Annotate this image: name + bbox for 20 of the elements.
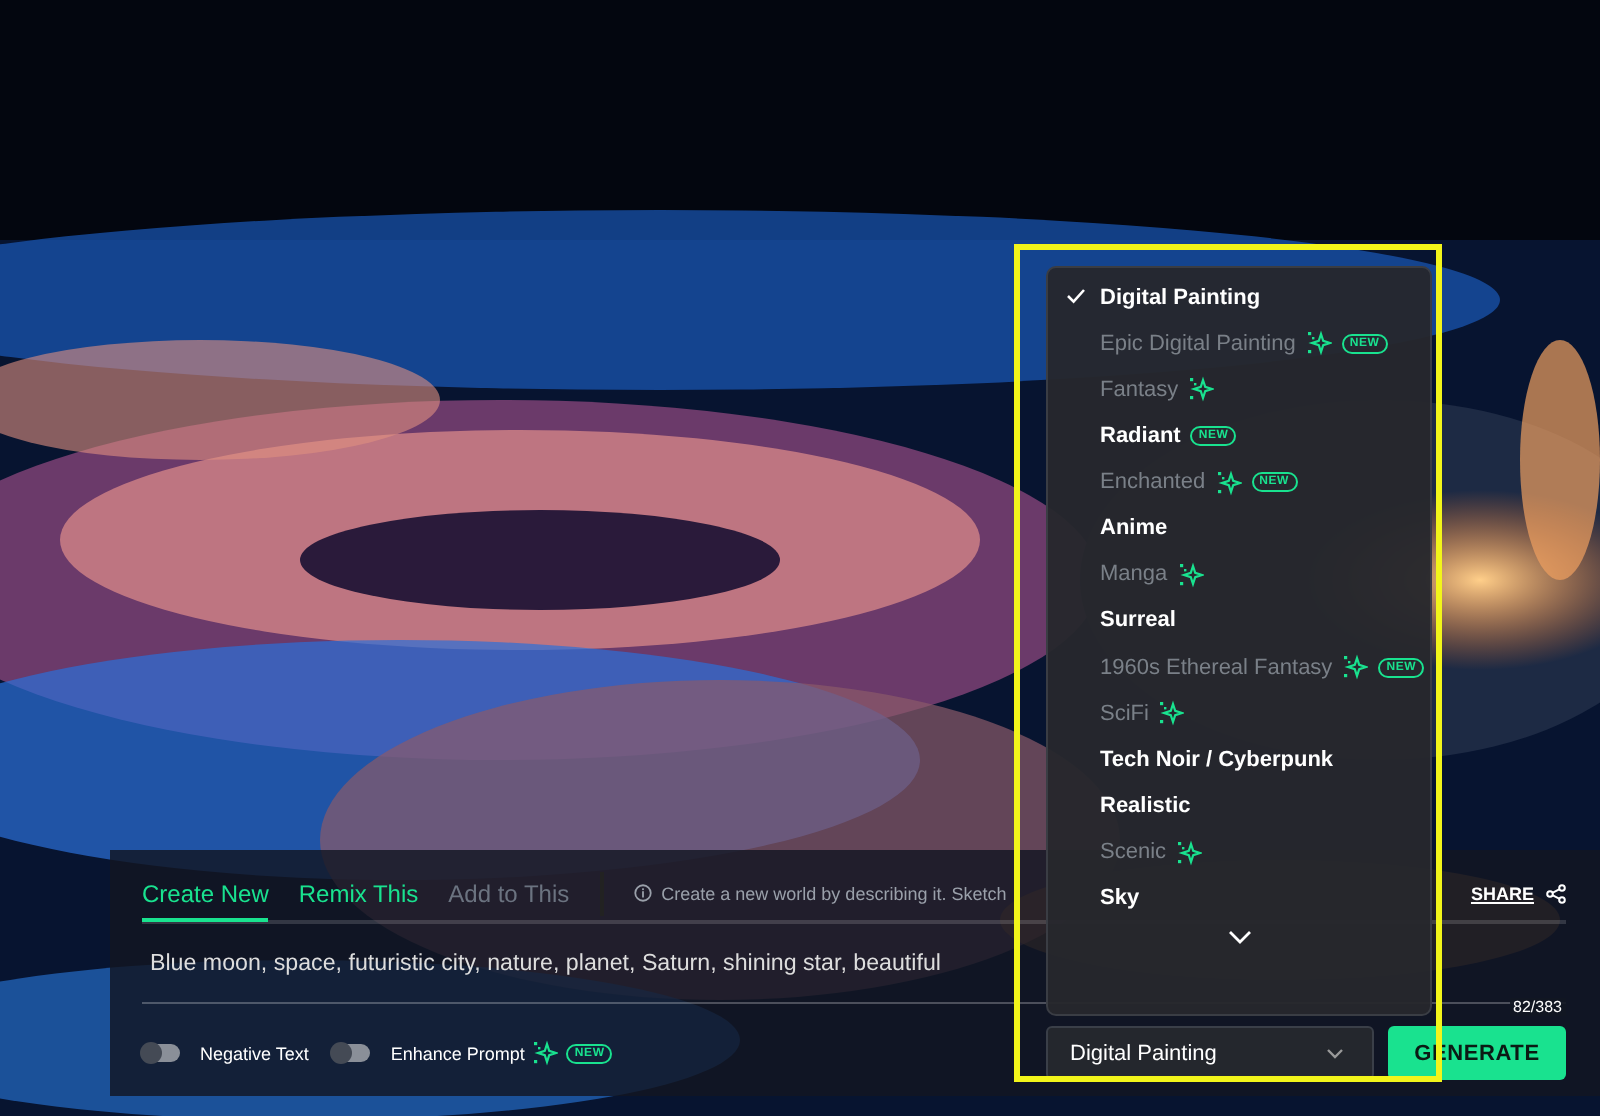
style-option[interactable]: Anime — [1100, 516, 1168, 541]
toggle-label: Negative Text — [200, 1043, 309, 1063]
style-select[interactable]: Digital Painting — [1046, 1026, 1374, 1080]
mode-tab[interactable]: Create New — [142, 868, 269, 922]
hint-text: Create a new world by describing it. Sketch — [661, 883, 1007, 903]
style-option[interactable]: Realistic — [1100, 793, 1191, 818]
style-option[interactable]: Radiant — [1100, 423, 1181, 448]
style-option[interactable]: Digital Painting — [1100, 285, 1261, 310]
style-option[interactable]: Sky — [1100, 886, 1140, 911]
character-counter: 82/383 — [1509, 998, 1566, 1016]
mode-tab[interactable]: Remix This — [298, 868, 419, 922]
share-button[interactable]: SHARE — [1470, 883, 1534, 903]
prompt-field[interactable]: Blue moon, space, futuristic city, nature, planet, Saturn, shining star, beautiful — [142, 950, 998, 976]
share-icon[interactable] — [1546, 883, 1566, 903]
style-option[interactable]: Surreal — [1100, 608, 1176, 633]
toggle-switch[interactable] — [142, 1044, 180, 1062]
style-option[interactable]: Tech Noir / Cyberpunk — [1100, 747, 1334, 772]
toggle-label: Enhance Prompt — [390, 1043, 525, 1063]
toggle-switch[interactable] — [332, 1044, 371, 1062]
info-icon — [633, 884, 652, 902]
